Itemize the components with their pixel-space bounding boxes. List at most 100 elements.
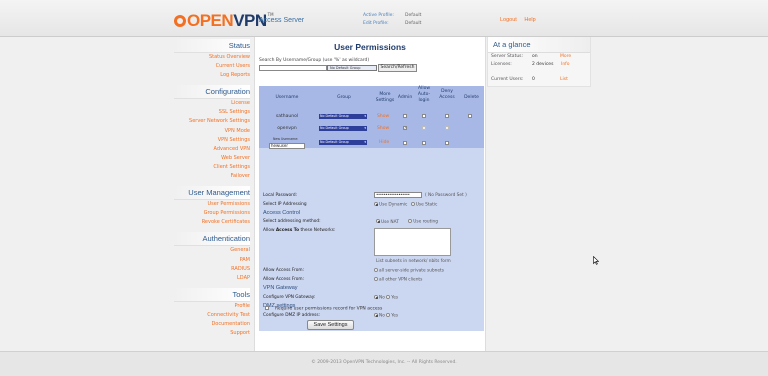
mouse-cursor-icon xyxy=(593,256,599,265)
server-side-checkbox[interactable] xyxy=(374,268,378,272)
vpn-gateway-heading: VPN Gateway xyxy=(263,285,298,291)
show-link[interactable]: Show xyxy=(377,114,389,119)
new-user-group-select[interactable]: No Default Group xyxy=(319,140,367,145)
subnet-hint: List subnets in network/ nbits form xyxy=(376,259,451,264)
use-static-radio[interactable] xyxy=(410,202,415,206)
sidebar-item-documentation[interactable]: Documentation xyxy=(174,320,250,329)
auto-login-checkbox[interactable] xyxy=(422,114,426,118)
allow-access-networks-label: Allow Access To these Networks: xyxy=(263,228,336,233)
use-dynamic-radio[interactable] xyxy=(374,202,378,206)
group-select[interactable]: No Default Group xyxy=(319,114,367,119)
dmz-no-radio[interactable] xyxy=(374,313,378,317)
new-deny-access-checkbox[interactable] xyxy=(445,141,449,145)
sidebar-item-user-permissions[interactable]: User Permissions xyxy=(174,200,250,209)
server-status-more-link[interactable]: More xyxy=(560,54,571,59)
sidebar-item-general[interactable]: General xyxy=(174,246,250,255)
local-password-label: Local Password: xyxy=(263,193,298,198)
top-bar: OPENVPN TM Access Server Active Profile:… xyxy=(0,0,768,37)
sidebar-item-pam[interactable]: PAM xyxy=(174,256,250,265)
show-link[interactable]: Show xyxy=(377,126,389,131)
copyright-text: © 2009-2013 OpenVPN Technologies, Inc. -… xyxy=(311,360,457,365)
server-side-option: all server-side private subnets xyxy=(374,268,444,274)
search-refresh-button[interactable]: Search/Refresh xyxy=(378,64,417,72)
logo-open-text: OPEN xyxy=(187,11,234,30)
use-routing-radio[interactable] xyxy=(408,219,413,223)
addressing-method-options: Use NAT Use routing xyxy=(376,219,438,225)
allow-access-from-label-1: Allow Access From: xyxy=(263,268,305,273)
new-username-input[interactable]: hewuser xyxy=(269,143,305,149)
use-nat-radio[interactable] xyxy=(376,219,380,223)
column-admin: Admin xyxy=(397,95,413,100)
sidebar-item-radius[interactable]: RADIUS xyxy=(174,265,250,274)
column-allow-auto-login: Allow Auto-login xyxy=(417,86,431,103)
username-cell: sathaunol xyxy=(275,114,299,119)
sidebar-item-ssl-settings[interactable]: SSL Settings xyxy=(174,108,250,117)
require-permissions-checkbox[interactable] xyxy=(265,306,269,310)
sidebar-item-group-permissions[interactable]: Group Permissions xyxy=(174,209,250,218)
sidebar-item-vpn-mode[interactable]: VPN Mode xyxy=(174,127,250,136)
access-networks-textarea[interactable] xyxy=(374,228,451,256)
require-permissions-option: Require user permissions record for VPN … xyxy=(265,306,382,312)
licenses-value: 2 devices xyxy=(532,62,554,67)
sidebar-item-log-reports[interactable]: Log Reports xyxy=(174,71,250,80)
sidebar: Status Status Overview Current Users Log… xyxy=(174,39,254,351)
gateway-options: No Yes xyxy=(374,295,398,301)
group-select[interactable]: No Default Group xyxy=(319,126,367,131)
save-settings-button[interactable]: Save Settings xyxy=(307,320,354,330)
sidebar-item-current-users[interactable]: Current Users xyxy=(174,62,250,71)
sidebar-item-client-settings[interactable]: Client Settings xyxy=(174,163,250,172)
sidebar-item-ldap[interactable]: LDAP xyxy=(174,274,250,283)
allow-access-from-label-2: Allow Access From: xyxy=(263,277,305,282)
glance-title: At a glance xyxy=(488,37,590,53)
select-method-label: Select addressing method: xyxy=(263,219,321,224)
deny-access-checkbox[interactable] xyxy=(445,126,449,130)
gateway-yes-radio[interactable] xyxy=(386,295,391,299)
admin-checkbox[interactable] xyxy=(403,114,407,118)
sidebar-section-tools: Tools xyxy=(174,287,250,302)
sidebar-item-status-overview[interactable]: Status Overview xyxy=(174,53,250,62)
help-link[interactable]: Help xyxy=(524,17,535,23)
sidebar-item-connectivity-test[interactable]: Connectivity Test xyxy=(174,311,250,320)
at-a-glance-panel: At a glance Server Status: on More Licen… xyxy=(487,37,591,87)
logo-power-icon xyxy=(174,15,186,27)
sidebar-item-server-network-settings[interactable]: Server Network Settings xyxy=(174,117,250,126)
auto-login-checkbox[interactable] xyxy=(422,126,426,130)
page-title: User Permissions xyxy=(334,42,406,52)
dmz-yes-radio[interactable] xyxy=(386,313,391,317)
server-status-value: on xyxy=(532,54,538,59)
current-users-list-link[interactable]: List xyxy=(560,77,568,82)
search-input[interactable] xyxy=(259,65,327,71)
sidebar-item-profile[interactable]: Profile xyxy=(174,302,250,311)
sidebar-item-license[interactable]: License xyxy=(174,99,250,108)
delete-checkbox[interactable] xyxy=(468,114,472,118)
search-group-select[interactable]: No Default Group xyxy=(327,65,377,71)
edit-profile-link[interactable]: Edit Profile: xyxy=(363,20,405,28)
deny-access-checkbox[interactable] xyxy=(445,114,449,118)
sidebar-item-vpn-settings[interactable]: VPN Settings xyxy=(174,136,250,145)
gateway-no-radio[interactable] xyxy=(374,295,378,299)
active-profile-label: Active Profile: xyxy=(363,13,394,18)
sidebar-item-failover[interactable]: Failover xyxy=(174,172,250,181)
column-group: Group xyxy=(337,95,351,100)
new-admin-checkbox[interactable] xyxy=(403,141,407,145)
permissions-table: Username Group More Settings Admin Allow… xyxy=(259,86,484,331)
admin-checkbox[interactable]: ✓ xyxy=(403,126,407,130)
local-password-input[interactable]: •••••••••••••••••• xyxy=(374,192,422,198)
sidebar-item-revoke-certificates[interactable]: Revoke Certificates xyxy=(174,218,250,227)
sidebar-item-web-server[interactable]: Web Server xyxy=(174,154,250,163)
hide-link[interactable]: Hide xyxy=(379,140,389,145)
licenses-info-link[interactable]: Info xyxy=(561,62,570,67)
password-note: ( No Password Set ) xyxy=(425,193,467,198)
sidebar-item-advanced-vpn[interactable]: Advanced VPN xyxy=(174,145,250,154)
current-users-value: 0 xyxy=(532,77,535,82)
column-more-settings: More Settings xyxy=(375,92,395,103)
logout-link[interactable]: Logout xyxy=(500,17,517,23)
sidebar-section-user-management: User Management xyxy=(174,186,250,201)
configure-gateway-label: Configure VPN Gateway: xyxy=(263,295,316,300)
new-username-label: New Username: xyxy=(273,137,299,141)
configure-dmz-label: Configure DMZ IP address: xyxy=(263,313,321,318)
server-status-label: Server Status: xyxy=(491,54,524,59)
other-vpn-checkbox[interactable] xyxy=(374,277,378,281)
new-auto-login-checkbox[interactable] xyxy=(422,141,426,145)
sidebar-item-support[interactable]: Support xyxy=(174,329,250,338)
